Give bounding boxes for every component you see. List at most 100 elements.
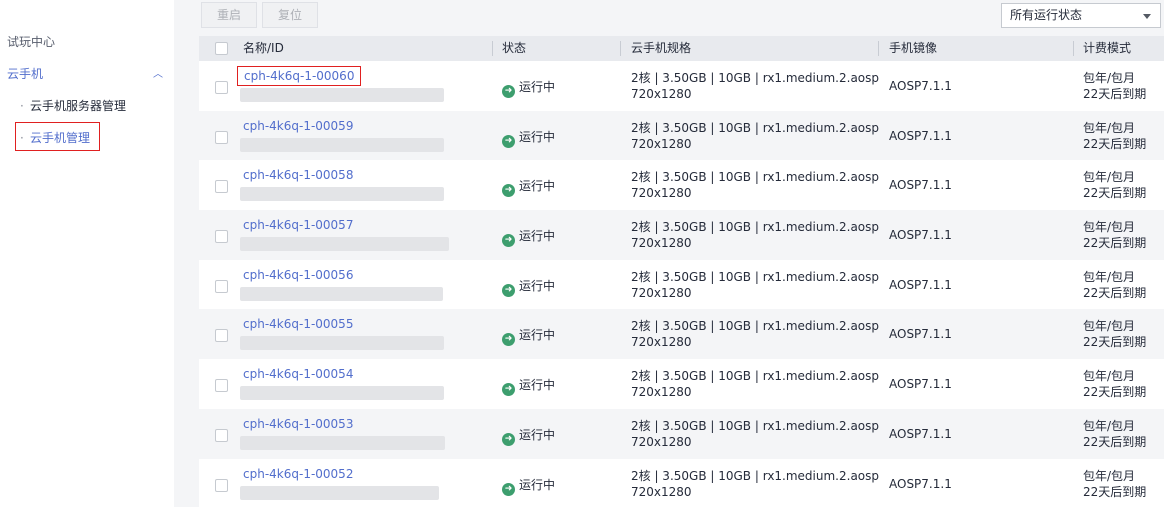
expiry-text: 22天后到期 xyxy=(1083,285,1147,300)
redacted-id xyxy=(240,88,444,102)
image-cell: AOSP7.1.1 xyxy=(889,277,952,292)
column-divider xyxy=(1073,41,1074,56)
image-cell: AOSP7.1.1 xyxy=(889,476,952,491)
instance-name-link[interactable]: cph-4k6q-1-00055 xyxy=(243,317,353,331)
image-cell: AOSP7.1.1 xyxy=(889,327,952,342)
sidebar-item-label: 云手机管理 xyxy=(30,131,91,145)
instance-name-link[interactable]: cph-4k6q-1-00059 xyxy=(243,119,353,133)
sidebar-section-cloud-phone[interactable]: 云手机 ︿ xyxy=(7,65,167,83)
table-row: cph-4k6q-1-00059 ➜ 运行中 2核 | 3.50GB | 10GB |… xyxy=(199,110,1164,161)
sidebar-item-server-management[interactable]: · 云手机服务器管理 xyxy=(20,97,160,114)
expiry-text: 22天后到期 xyxy=(1083,87,1147,101)
billing-cell: 包年/包月 22天后到期 xyxy=(1083,120,1146,152)
instance-name-link[interactable]: cph-4k6q-1-00058 xyxy=(243,168,353,182)
resolution-line: 720x1280 xyxy=(631,434,692,449)
status-filter-select[interactable]: 所有运行状态 xyxy=(1001,3,1161,28)
redacted-id xyxy=(240,286,443,301)
spec-line: 2核 | 3.50GB | 10GB | rx1.medium.2.aosp xyxy=(631,418,880,433)
running-status-icon: ➜ xyxy=(502,333,515,347)
billing-cell: 包年/包月 22天后到期 xyxy=(1083,418,1146,450)
status-text: 运行中 xyxy=(519,179,556,194)
spec-line: 2核 | 3.50GB | 10GB | rx1.medium.2.aosp xyxy=(631,319,880,334)
running-status-icon: ➜ xyxy=(502,85,515,98)
status-text: 运行中 xyxy=(519,328,556,343)
select-all-checkbox[interactable] xyxy=(215,42,228,55)
redacted-id xyxy=(240,336,444,351)
status-cell: ➜ 运行中 xyxy=(502,227,556,248)
table-row: cph-4k6q-1-00057 ➜ 运行中 2核 | 3.50GB | 10GB |… xyxy=(199,210,1164,260)
instance-name-link[interactable]: cph-4k6q-1-00060 xyxy=(237,66,362,86)
billing-mode: 包年/包月 xyxy=(1083,71,1136,85)
spec-line: 2核 | 3.50GB | 10GB | rx1.medium.2.aosp xyxy=(631,170,880,185)
expiry-text: 22天后到期 xyxy=(1083,385,1147,400)
table-row: cph-4k6q-1-00054 ➜ 运行中 2核 | 3.50GB | 10GB |… xyxy=(199,359,1164,409)
instance-name-link[interactable]: cph-4k6q-1-00053 xyxy=(243,417,353,431)
instance-name-link[interactable]: cph-4k6q-1-00057 xyxy=(243,218,353,232)
billing-cell: 包年/包月 22天后到期 xyxy=(1083,169,1146,201)
row-checkbox[interactable] xyxy=(215,180,228,194)
resolution-line: 720x1280 xyxy=(631,87,692,101)
billing-mode: 包年/包月 xyxy=(1083,269,1136,284)
restart-button[interactable]: 重启 xyxy=(201,2,257,28)
sidebar-group-title: 试玩中心 xyxy=(7,35,56,49)
status-cell: ➜ 运行中 xyxy=(502,426,555,446)
spec-line: 2核 | 3.50GB | 10GB | rx1.medium.2.aosp xyxy=(631,369,880,384)
reset-button[interactable]: 复位 xyxy=(262,2,318,28)
chevron-up-icon[interactable]: ︿ xyxy=(153,65,163,80)
column-header-name: 名称/ID xyxy=(243,41,284,55)
image-cell: AOSP7.1.1 xyxy=(889,377,952,392)
expiry-text: 22天后到期 xyxy=(1083,186,1147,201)
spec-line: 2核 | 3.50GB | 10GB | rx1.medium.2.aosp xyxy=(631,468,880,483)
sidebar: 试玩中心 云手机 ︿ · 云手机服务器管理 · 云手机管理 xyxy=(0,0,174,507)
table-row: cph-4k6q-1-00058 ➜ 运行中 2核 | 3.50GB | 10GB |… xyxy=(199,160,1164,211)
spec-cell: 2核 | 3.50GB | 10GB | rx1.medium.2.aosp 72… xyxy=(631,269,879,301)
row-checkbox[interactable] xyxy=(215,130,228,144)
bullet-icon: · xyxy=(20,131,24,145)
instance-name-link[interactable]: cph-4k6q-1-00056 xyxy=(243,268,353,282)
spec-cell: 2核 | 3.50GB | 10GB | rx1.medium.2.aosp 72… xyxy=(631,418,879,450)
billing-mode: 包年/包月 xyxy=(1083,170,1136,185)
column-divider xyxy=(492,41,493,56)
row-checkbox[interactable] xyxy=(215,428,228,442)
spec-cell: 2核 | 3.50GB | 10GB | rx1.medium.2.aosp 72… xyxy=(631,120,879,152)
billing-mode: 包年/包月 xyxy=(1083,120,1136,135)
resolution-line: 720x1280 xyxy=(631,236,692,251)
resolution-line: 720x1280 xyxy=(631,285,692,300)
image-cell: AOSP7.1.1 xyxy=(889,79,952,93)
column-divider xyxy=(878,41,879,56)
status-cell: ➜ 运行中 xyxy=(502,376,555,397)
table-row: cph-4k6q-1-00060 ➜ 运行中 2核 | 3.50GB | 10GB |… xyxy=(199,61,1164,111)
row-checkbox[interactable] xyxy=(215,329,228,343)
spec-line: 2核 | 3.50GB | 10GB | rx1.medium.2.aosp xyxy=(631,220,880,235)
row-checkbox[interactable] xyxy=(215,379,228,393)
row-checkbox[interactable] xyxy=(215,279,228,293)
status-text: 运行中 xyxy=(519,80,556,94)
row-checkbox[interactable] xyxy=(215,478,228,492)
instance-name-link[interactable]: cph-4k6q-1-00054 xyxy=(243,367,353,381)
running-status-icon: ➜ xyxy=(502,234,515,248)
sidebar-item-label: 云手机服务器管理 xyxy=(30,99,127,113)
sidebar-item-phone-management[interactable]: · 云手机管理 xyxy=(20,129,160,146)
row-checkbox[interactable] xyxy=(215,230,228,244)
billing-cell: 包年/包月 22天后到期 xyxy=(1083,468,1146,500)
expiry-text: 22天后到期 xyxy=(1083,434,1147,449)
status-cell: ➜ 运行中 xyxy=(502,277,555,297)
instance-name-link[interactable]: cph-4k6q-1-00052 xyxy=(243,467,353,481)
image-cell: AOSP7.1.1 xyxy=(889,128,952,143)
redacted-id xyxy=(240,386,444,401)
table-row: cph-4k6q-1-00056 ➜ 运行中 2核 | 3.50GB | 10GB |… xyxy=(199,259,1164,310)
redacted-id xyxy=(240,435,445,450)
resolution-line: 720x1280 xyxy=(631,484,692,499)
row-checkbox[interactable] xyxy=(215,81,228,94)
billing-mode: 包年/包月 xyxy=(1083,319,1136,334)
column-header-spec: 云手机规格 xyxy=(631,41,692,55)
billing-mode: 包年/包月 xyxy=(1083,418,1136,433)
status-text: 运行中 xyxy=(519,229,556,244)
table-header: 名称/ID 状态 云手机规格 手机镜像 计费模式 xyxy=(199,36,1164,61)
spec-cell: 2核 | 3.50GB | 10GB | rx1.medium.2.aosp 72… xyxy=(631,468,879,500)
spec-cell: 2核 | 3.50GB | 10GB | rx1.medium.2.aosp 72… xyxy=(631,70,879,102)
running-status-icon: ➜ xyxy=(502,283,515,297)
running-status-icon: ➜ xyxy=(502,184,515,198)
spec-cell: 2核 | 3.50GB | 10GB | rx1.medium.2.aosp 72… xyxy=(631,169,879,201)
billing-mode: 包年/包月 xyxy=(1083,369,1136,384)
